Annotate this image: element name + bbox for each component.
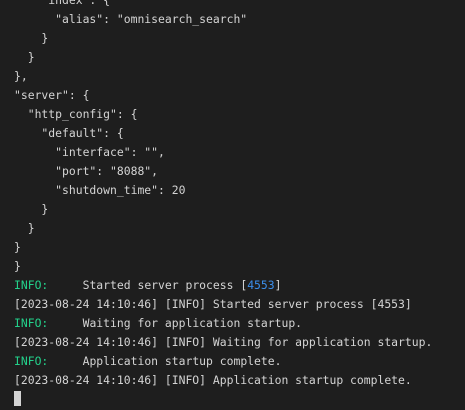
json-line: }, <box>14 69 28 83</box>
json-line: } <box>14 31 49 45</box>
terminal-output[interactable]: "index": { "alias": "omnisearch_search" … <box>0 0 465 406</box>
info-label: INFO: <box>14 316 49 330</box>
json-line: "interface": "", <box>14 145 165 159</box>
json-line: "http_config": { <box>14 107 138 121</box>
log-message: Started server process [ <box>82 278 248 292</box>
info-padding <box>48 278 82 292</box>
info-label: INFO: <box>14 278 49 292</box>
prompt-line[interactable] <box>14 390 465 409</box>
log-message-suffix: ] <box>274 278 282 292</box>
info-padding <box>48 316 82 330</box>
terminal-cursor <box>14 391 21 406</box>
json-line: "default": { <box>14 126 124 140</box>
json-line: } <box>14 240 21 254</box>
json-line: "alias": "omnisearch_search" <box>14 12 248 26</box>
log-message: Waiting for application startup. <box>82 316 303 330</box>
log-timestamped-line: [2023-08-24 14:10:46] [INFO] Started ser… <box>14 297 412 311</box>
json-line: } <box>14 202 49 216</box>
log-info-line: INFO: Application startup complete. <box>14 352 465 371</box>
json-line: "index": { <box>14 0 111 7</box>
json-line: "port": "8088", <box>14 164 159 178</box>
log-timestamped-line: [2023-08-24 14:10:46] [INFO] Application… <box>14 373 412 387</box>
info-padding <box>48 354 82 368</box>
info-label: INFO: <box>14 354 49 368</box>
log-info-line: INFO: Waiting for application startup. <box>14 314 465 333</box>
json-closing-brace: } <box>14 259 21 273</box>
json-line: } <box>14 221 35 235</box>
log-message: Application startup complete. <box>82 354 282 368</box>
log-timestamped-line: [2023-08-24 14:10:46] [INFO] Waiting for… <box>14 335 433 349</box>
log-info-line: INFO: Started server process [4553] <box>14 276 465 295</box>
process-id: 4553 <box>247 278 275 292</box>
json-line: "server": { <box>14 88 90 102</box>
json-line: "shutdown_time": 20 <box>14 183 186 197</box>
json-line: } <box>14 50 35 64</box>
